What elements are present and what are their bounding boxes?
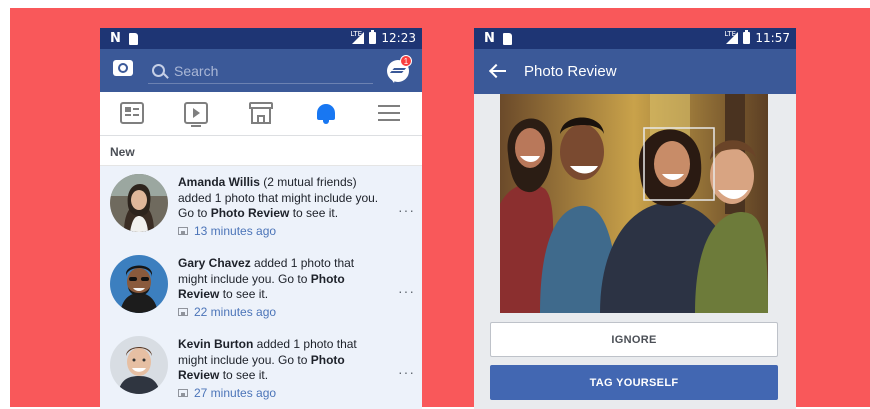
search-icon: [152, 64, 165, 77]
battery-icon: [369, 30, 377, 44]
tag-yourself-button[interactable]: TAG YOURSELF: [490, 365, 778, 400]
watch-icon[interactable]: [184, 102, 208, 127]
news-feed-icon[interactable]: [120, 102, 144, 124]
avatar[interactable]: [110, 336, 168, 394]
notification-item[interactable]: Amanda Willis (2 mutual friends) added 1…: [100, 166, 422, 247]
notification-time: 27 minutes ago: [178, 386, 276, 400]
n-icon: N: [484, 31, 495, 46]
status-bar: N LTE 12:23: [100, 28, 422, 49]
page-title: Photo Review: [524, 63, 617, 80]
notifications-bell-icon[interactable]: [314, 102, 338, 124]
more-options-icon[interactable]: ···: [398, 202, 415, 218]
search-input[interactable]: Search: [174, 63, 218, 79]
section-header-new: New: [100, 136, 422, 166]
marketplace-icon[interactable]: [249, 102, 273, 124]
sim-icon: [502, 32, 512, 45]
more-options-icon[interactable]: ···: [398, 364, 415, 380]
more-options-icon[interactable]: ···: [398, 283, 415, 299]
notification-text: Gary Chavez added 1 photo that might inc…: [178, 256, 355, 301]
notification-time: 22 minutes ago: [178, 305, 276, 319]
battery-icon: [743, 30, 751, 44]
sim-icon: [128, 32, 138, 45]
ignore-button[interactable]: IGNORE: [490, 322, 778, 357]
tab-bar: [100, 92, 422, 136]
status-time: 11:57: [755, 31, 790, 45]
actor-name[interactable]: Amanda Willis: [178, 175, 260, 189]
search-bar[interactable]: Search: [148, 58, 373, 84]
avatar[interactable]: [110, 255, 168, 313]
notification-item[interactable]: Gary Chavez added 1 photo that might inc…: [100, 247, 422, 328]
group-photo-image: [500, 94, 768, 313]
photo-review-link[interactable]: Photo Review: [211, 206, 290, 220]
notification-text: Amanda Willis (2 mutual friends) added 1…: [178, 175, 379, 220]
status-bar: N LTE 11:57: [474, 28, 796, 49]
actor-name[interactable]: Kevin Burton: [178, 337, 253, 351]
phone-photo-review: N LTE 11:57 Photo Review IGNORE TAG YOUR…: [474, 28, 796, 409]
bottom-strip: [474, 404, 796, 409]
status-time: 12:23: [381, 31, 416, 45]
signal-icon: LTE: [724, 30, 739, 44]
photo-icon: [178, 227, 188, 235]
actor-name[interactable]: Gary Chavez: [178, 256, 251, 270]
camera-icon[interactable]: [113, 60, 133, 76]
messenger-badge: 1: [400, 55, 412, 67]
notification-text: Kevin Burton added 1 photo that might in…: [178, 337, 357, 382]
menu-icon[interactable]: [378, 102, 402, 124]
notification-time: 13 minutes ago: [178, 224, 276, 238]
signal-icon: LTE: [350, 30, 365, 44]
facebook-header: Search 1: [100, 49, 422, 92]
photo-icon: [178, 389, 188, 397]
notification-list: Amanda Willis (2 mutual friends) added 1…: [100, 166, 422, 409]
notification-item[interactable]: Kevin Burton added 1 photo that might in…: [100, 328, 422, 409]
n-icon: N: [110, 31, 121, 46]
screenshot-canvas: N LTE 12:23 Search 1 New Amanda Willis (…: [0, 0, 870, 409]
back-arrow-icon[interactable]: [489, 64, 506, 78]
avatar[interactable]: [110, 174, 168, 232]
group-photo[interactable]: [500, 94, 768, 313]
phone-notifications: N LTE 12:23 Search 1 New Amanda Willis (…: [100, 28, 422, 409]
photo-review-header: Photo Review: [474, 49, 796, 94]
photo-icon: [178, 308, 188, 316]
